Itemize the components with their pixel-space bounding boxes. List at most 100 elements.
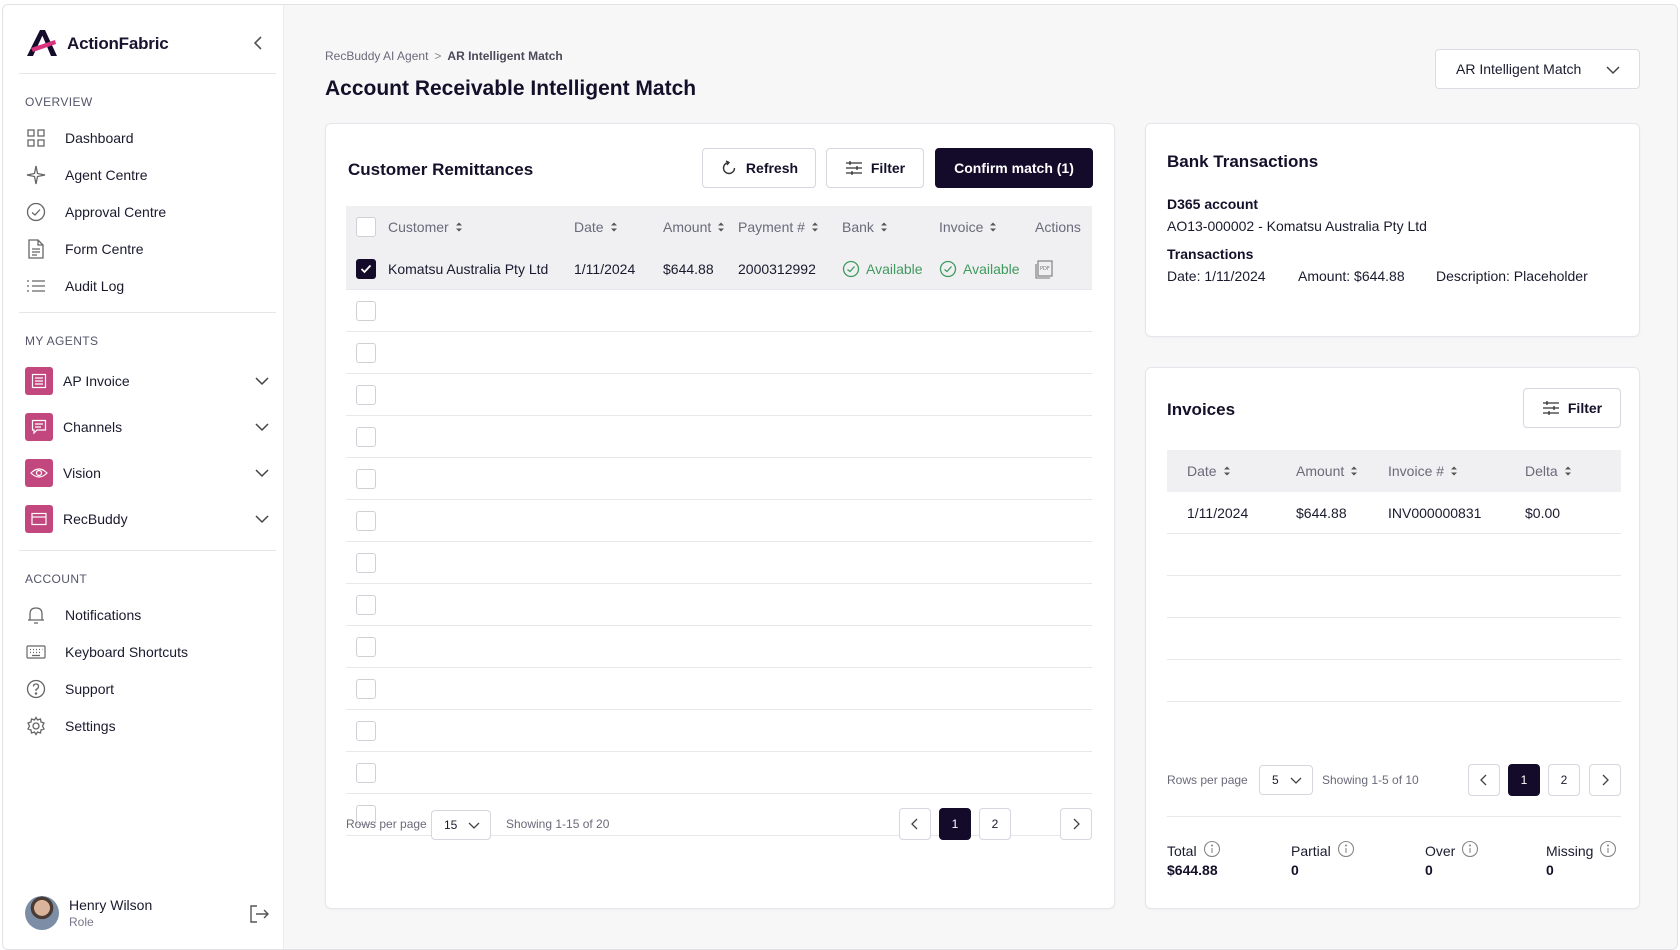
sidebar-item-vision[interactable]: Vision [25,457,270,489]
row-checkbox[interactable] [356,763,376,783]
column-header-amount[interactable]: Amount [1296,450,1358,492]
row-checkbox[interactable] [356,259,376,279]
info-icon[interactable] [1455,840,1479,861]
sidebar-item-form-centre[interactable]: Form Centre [25,232,270,266]
info-icon[interactable] [1197,840,1221,861]
row-checkbox[interactable] [356,427,376,447]
chevron-down-icon[interactable] [254,511,270,527]
sidebar-divider [19,73,276,74]
d365-account-label: D365 account [1167,196,1259,212]
table-row[interactable] [346,584,1092,626]
page-2-button[interactable]: 2 [979,808,1011,840]
chat-icon [25,413,53,441]
sort-icon [1223,465,1231,477]
column-header-customer[interactable]: Customer [388,206,463,248]
row-checkbox[interactable] [356,595,376,615]
column-label: Invoice [939,219,984,235]
chevron-down-icon[interactable] [254,373,270,389]
row-checkbox[interactable] [356,343,376,363]
row-checkbox[interactable] [356,511,376,531]
chevron-down-icon[interactable] [254,419,270,435]
sidebar-item-notifications[interactable]: Notifications [25,598,270,632]
column-header-date[interactable]: Date [574,206,618,248]
next-page-button[interactable] [1060,808,1092,840]
sidebar-item-label: Notifications [65,607,142,623]
confirm-match-button[interactable]: Confirm match (1) [935,148,1093,188]
page-2-button[interactable]: 2 [1548,764,1580,796]
column-header-delta[interactable]: Delta [1525,450,1572,492]
table-row[interactable] [346,290,1092,332]
prev-page-button[interactable] [1468,764,1500,796]
table-row [1167,660,1621,702]
user-profile[interactable]: Henry Wilson Role [25,893,270,933]
breadcrumb-parent-link[interactable]: RecBuddy AI Agent [325,49,428,63]
prev-page-button[interactable] [899,808,931,840]
row-checkbox[interactable] [356,469,376,489]
row-checkbox[interactable] [356,385,376,405]
column-header-date[interactable]: Date [1187,450,1231,492]
select-all-checkbox[interactable] [356,217,376,237]
chevron-right-icon: > [434,49,442,63]
sidebar-item-agent-centre[interactable]: Agent Centre [25,158,270,192]
page-1-button[interactable]: 1 [1508,764,1540,796]
refresh-button[interactable]: Refresh [702,148,816,188]
agent-select-dropdown[interactable]: AR Intelligent Match [1435,49,1640,89]
info-icon[interactable] [1331,840,1355,861]
filter-button[interactable]: Filter [826,148,924,188]
table-row[interactable] [346,752,1092,794]
chevron-down-icon[interactable] [254,465,270,481]
row-checkbox[interactable] [356,637,376,657]
sidebar-item-channels[interactable]: Channels [25,411,270,443]
row-checkbox[interactable] [356,679,376,699]
sidebar-item-dashboard[interactable]: Dashboard [25,121,270,155]
pdf-action-button[interactable]: PDF [1035,248,1055,290]
collapse-sidebar-button[interactable] [249,33,269,53]
table-row[interactable] [346,458,1092,500]
page-1-button[interactable]: 1 [939,808,971,840]
rows-per-page-select[interactable]: 15 [431,810,491,840]
sidebar-item-keyboard-shortcuts[interactable]: Keyboard Shortcuts [25,635,270,669]
table-row[interactable]: 1/11/2024 $644.88 INV000000831 $0.00 [1167,492,1621,534]
sidebar-divider [19,312,276,313]
check-circle-icon [939,260,957,278]
column-header-bank[interactable]: Bank [842,206,888,248]
column-header-invoice[interactable]: Invoice [939,206,997,248]
rows-per-page-select[interactable]: 5 [1259,765,1313,795]
sidebar-item-support[interactable]: Support [25,672,270,706]
row-checkbox[interactable] [356,553,376,573]
table-row[interactable] [346,500,1092,542]
next-page-button[interactable] [1589,764,1621,796]
table-row[interactable] [346,374,1092,416]
summary-missing-label: Missing [1546,840,1617,861]
logout-icon[interactable] [248,903,270,925]
row-checkbox[interactable] [356,301,376,321]
table-row[interactable] [346,416,1092,458]
table-row[interactable]: Komatsu Australia Pty Ltd 1/11/2024 $644… [346,248,1092,290]
table-row[interactable] [346,542,1092,584]
sidebar-item-label: RecBuddy [63,511,128,527]
column-header-invoice-number[interactable]: Invoice # [1388,450,1458,492]
table-row[interactable] [346,626,1092,668]
invoices-filter-button[interactable]: Filter [1523,388,1621,428]
sidebar-item-label: Settings [65,718,116,734]
sort-icon [717,221,725,233]
row-checkbox[interactable] [356,721,376,741]
chevron-left-icon [1480,774,1487,786]
table-row[interactable] [346,710,1092,752]
rows-per-page-label: Rows per page [1167,773,1248,787]
chevron-right-icon [1073,818,1080,830]
sidebar-item-approval-centre[interactable]: Approval Centre [25,195,270,229]
table-row[interactable] [346,332,1092,374]
sidebar-item-audit-log[interactable]: Audit Log [25,269,270,303]
column-header-amount[interactable]: Amount [663,206,725,248]
brand[interactable]: ActionFabric [25,27,169,61]
sidebar-item-ap-invoice[interactable]: AP Invoice [25,365,270,397]
sidebar-item-settings[interactable]: Settings [25,709,270,743]
overview-heading: OVERVIEW [25,95,93,109]
sidebar-item-recbuddy[interactable]: RecBuddy [25,503,270,535]
table-row[interactable] [346,668,1092,710]
invoices-card: Invoices Filter Date Amount Invoice # De… [1145,367,1640,909]
transaction-amount: Amount: $644.88 [1298,268,1405,284]
column-header-payment[interactable]: Payment # [738,206,819,248]
info-icon[interactable] [1593,840,1617,861]
